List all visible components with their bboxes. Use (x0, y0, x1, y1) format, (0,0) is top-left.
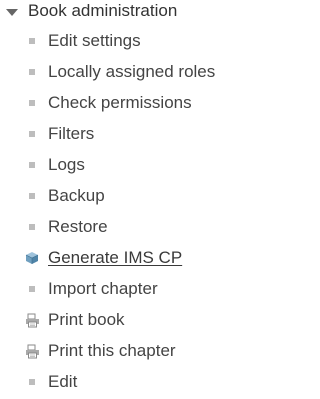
package-icon (24, 250, 40, 266)
printer-icon (24, 312, 40, 328)
printer-icon (24, 343, 40, 359)
section-title: Book administration (28, 1, 178, 20)
menu-item-check-permissions[interactable]: Check permissions (24, 92, 192, 114)
book-administration-toggle[interactable]: Book administration (6, 0, 177, 22)
menu-item-restore[interactable]: Restore (24, 216, 108, 238)
menu-item-generate-ims-cp[interactable]: Generate IMS CP (24, 247, 182, 269)
menu-item-label: Logs (48, 155, 85, 174)
bullet-icon (24, 64, 40, 80)
bullet-icon (24, 374, 40, 390)
menu-item-print-book[interactable]: Print book (24, 309, 125, 331)
menu-item-label: Filters (48, 124, 95, 143)
bullet-icon (24, 157, 40, 173)
menu-item-label: Check permissions (48, 93, 192, 112)
caret-down-icon (6, 8, 18, 16)
menu-item-edit[interactable]: Edit (24, 371, 77, 393)
menu-item-print-this-chapter[interactable]: Print this chapter (24, 340, 176, 362)
menu-item-label: Import chapter (48, 279, 158, 298)
menu-item-label: Edit settings (48, 31, 141, 50)
menu-item-label: Print book (48, 310, 125, 329)
menu-item-label: Generate IMS CP (48, 248, 183, 267)
bullet-icon (24, 126, 40, 142)
menu-item-logs[interactable]: Logs (24, 154, 85, 176)
bullet-icon (24, 33, 40, 49)
menu-item-label: Locally assigned roles (48, 62, 216, 81)
menu-item-label: Restore (48, 217, 108, 236)
menu-item-import-chapter[interactable]: Import chapter (24, 278, 158, 300)
menu-item-backup[interactable]: Backup (24, 185, 105, 207)
bullet-icon (24, 219, 40, 235)
bullet-icon (24, 188, 40, 204)
bullet-icon (24, 281, 40, 297)
bullet-icon (24, 95, 40, 111)
menu-item-label: Backup (48, 186, 105, 205)
menu-item-label: Edit (48, 372, 78, 391)
menu-item-label: Print this chapter (48, 341, 176, 360)
menu-item-edit-settings[interactable]: Edit settings (24, 30, 141, 52)
menu-item-locally-assigned-roles[interactable]: Locally assigned roles (24, 61, 215, 83)
menu-item-filters[interactable]: Filters (24, 123, 94, 145)
